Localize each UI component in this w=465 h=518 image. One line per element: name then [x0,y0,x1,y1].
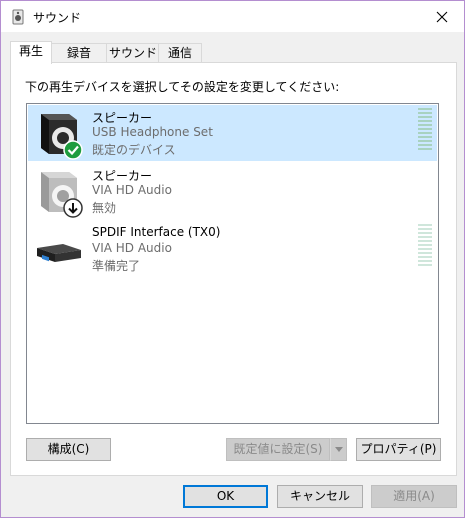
device-item[interactable]: スピーカー VIA HD Audio 無効 [28,163,437,219]
set-default-dropdown[interactable] [330,438,347,461]
device-description: VIA HD Audio [92,183,172,197]
tab-sounds[interactable]: サウンド [106,43,160,63]
playback-panel: 下の再生デバイスを選択してその設定を変更してください: スピーカー USB He… [10,62,457,476]
device-description: VIA HD Audio [92,241,172,255]
volume-meter [418,224,432,266]
device-name: SPDIF Interface (TX0) [92,225,221,239]
configure-button[interactable]: 構成(C) [26,438,111,461]
check-icon [63,140,83,160]
device-description: USB Headphone Set [92,125,213,139]
instruction-text: 下の再生デバイスを選択してその設定を変更してください: [25,80,340,94]
device-name: スピーカー [92,111,153,125]
chevron-down-icon [334,447,343,452]
spdif-interface-icon [33,224,85,276]
device-item[interactable]: SPDIF Interface (TX0) VIA HD Audio 準備完了 [28,221,437,277]
sound-dialog: サウンド 再生 録音 サウンド 通信 下の再生デバイスを選択してその設定を変更し… [0,0,465,518]
window-title: サウンド [33,11,82,25]
properties-button[interactable]: プロパティ(P) [356,438,441,461]
speaker-app-icon [11,9,27,25]
set-default-button[interactable]: 既定値に設定(S) [226,438,330,461]
close-icon [436,11,448,22]
volume-meter [418,108,432,150]
speaker-icon [33,166,85,218]
speaker-icon [33,108,85,160]
close-button[interactable] [420,1,464,32]
device-status: 準備完了 [92,259,141,273]
down-arrow-icon [63,198,83,218]
device-item[interactable]: スピーカー USB Headphone Set 既定のデバイス [28,105,437,161]
device-list[interactable]: スピーカー USB Headphone Set 既定のデバイス スピーカー VI… [26,103,439,424]
device-name: スピーカー [92,169,153,183]
tab-recording[interactable]: 録音 [50,43,108,63]
tab-playback[interactable]: 再生 [10,41,52,64]
device-status: 無効 [92,201,117,215]
tab-communications[interactable]: 通信 [158,43,202,63]
ok-button[interactable]: OK [183,485,268,508]
apply-button[interactable]: 適用(A) [371,485,457,508]
title-bar[interactable]: サウンド [1,1,464,32]
cancel-button[interactable]: キャンセル [277,485,363,508]
device-status: 既定のデバイス [92,143,176,157]
